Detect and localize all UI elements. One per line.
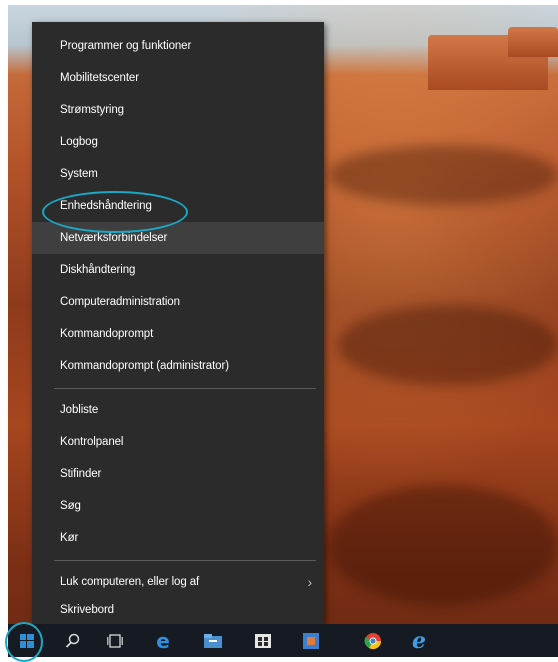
menu-item-label: Luk computeren, eller log af: [60, 576, 200, 588]
edge-icon[interactable]: e: [148, 624, 178, 657]
menu-item-system[interactable]: System: [32, 158, 324, 190]
menu-separator: [54, 560, 316, 561]
taskbar: e e: [8, 624, 558, 657]
menu-item-search[interactable]: Søg: [32, 490, 324, 522]
menu-item-disk-management[interactable]: Diskhåndtering: [32, 254, 324, 286]
menu-item-control-panel[interactable]: Kontrolpanel: [32, 426, 324, 458]
menu-item-event-viewer[interactable]: Logbog: [32, 126, 324, 158]
menu-separator: [54, 388, 316, 389]
terrain-shadow: [328, 145, 558, 205]
terrain-shadow: [338, 305, 558, 385]
search-icon[interactable]: [58, 624, 88, 657]
menu-item-programs-features[interactable]: Programmer og funktioner: [32, 30, 324, 62]
mesa-rock: [508, 27, 558, 57]
menu-item-command-prompt[interactable]: Kommandoprompt: [32, 318, 324, 350]
highlight-annotation-ring: [42, 191, 188, 233]
terrain-shadow: [328, 485, 558, 605]
power-user-menu: Programmer og funktioner Mobilitetscente…: [32, 22, 324, 624]
menu-item-file-explorer[interactable]: Stifinder: [32, 458, 324, 490]
menu-item-power-options[interactable]: Strømstyring: [32, 94, 324, 126]
file-explorer-icon[interactable]: [198, 624, 228, 657]
start-button-annotation-ring: [5, 622, 43, 662]
internet-explorer-icon[interactable]: e: [404, 624, 434, 657]
menu-item-computer-management[interactable]: Computeradministration: [32, 286, 324, 318]
task-view-icon[interactable]: [100, 624, 130, 657]
menu-item-mobility-center[interactable]: Mobilitetscenter: [32, 62, 324, 94]
menu-item-run[interactable]: Kør: [32, 522, 324, 554]
menu-item-task-manager[interactable]: Jobliste: [32, 394, 324, 426]
chrome-icon[interactable]: [358, 624, 388, 657]
menu-item-command-prompt-admin[interactable]: Kommandoprompt (administrator): [32, 350, 324, 382]
menu-item-desktop[interactable]: Skrivebord: [32, 594, 324, 626]
app-icon[interactable]: [296, 624, 326, 657]
store-icon[interactable]: [248, 624, 278, 657]
